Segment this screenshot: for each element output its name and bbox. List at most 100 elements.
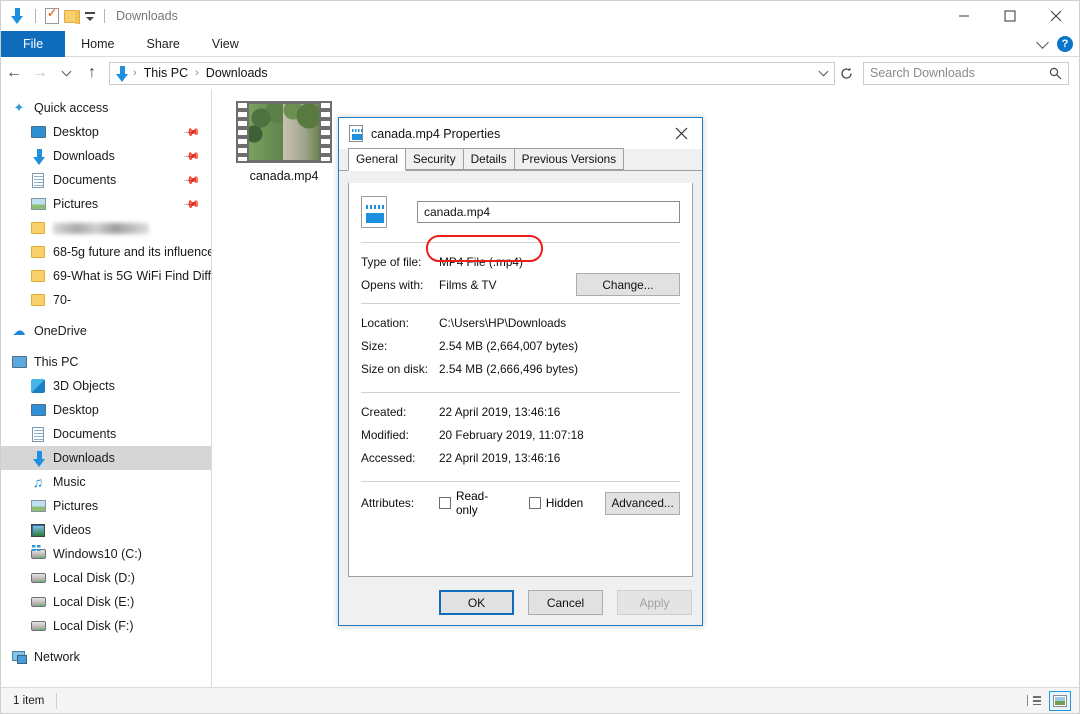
size-value: 2.54 MB (2,664,007 bytes) xyxy=(439,338,579,353)
sidebar-item-videos[interactable]: Videos xyxy=(1,518,211,542)
sidebar-item-label: Windows10 (C:) xyxy=(53,547,142,561)
mp4-file-icon-large xyxy=(361,196,387,228)
customize-chevron-icon[interactable] xyxy=(85,12,95,21)
sidebar-item-desktop[interactable]: Desktop 📌 xyxy=(1,120,211,144)
sidebar-item-folder-69[interactable]: 69-What is 5G WiFi Find Differ xyxy=(1,264,211,288)
sidebar-item-label: Local Disk (F:) xyxy=(53,619,134,633)
sidebar-item-local-disk-e[interactable]: Local Disk (E:) xyxy=(1,590,211,614)
sidebar-item-label: 68-5g future and its influence xyxy=(53,245,212,259)
search-input[interactable]: Search Downloads xyxy=(863,61,1069,85)
address-bar: ← → ↑ › This PC › Downloads Search Downl… xyxy=(1,58,1079,88)
up-button[interactable]: ↑ xyxy=(79,58,105,88)
sidebar-item-local-disk-d[interactable]: Local Disk (D:) xyxy=(1,566,211,590)
dialog-close-button[interactable] xyxy=(660,118,702,149)
large-icons-view-icon xyxy=(1053,694,1067,707)
change-button[interactable]: Change... xyxy=(576,273,680,296)
location-label: Location: xyxy=(361,315,409,330)
status-bar: 1 item xyxy=(1,687,1079,713)
tab-security[interactable]: Security xyxy=(404,148,464,170)
cancel-button[interactable]: Cancel xyxy=(528,590,603,615)
tab-home[interactable]: Home xyxy=(65,31,130,57)
view-toggle-group xyxy=(1023,690,1079,711)
sidebar-item-folder-redacted[interactable] xyxy=(1,216,211,240)
folder-icon xyxy=(30,268,46,284)
new-folder-icon[interactable] xyxy=(64,9,80,24)
file-name-label: canada.mp4 xyxy=(249,169,319,183)
readonly-checkbox[interactable] xyxy=(439,497,451,509)
refresh-button[interactable] xyxy=(835,62,857,85)
sidebar-item-downloads[interactable]: Downloads xyxy=(1,446,211,470)
cloud-icon: ☁ xyxy=(12,323,26,338)
downloads-arrow-icon xyxy=(30,450,46,467)
filename-input[interactable]: canada.mp4 xyxy=(417,201,680,223)
minimize-button[interactable] xyxy=(941,1,987,31)
recent-locations-button[interactable] xyxy=(53,58,79,88)
modified-label: Modified: xyxy=(361,427,409,442)
breadcrumb[interactable]: › This PC › Downloads xyxy=(109,61,835,85)
downloads-arrow-icon[interactable] xyxy=(9,7,26,25)
tab-general[interactable]: General xyxy=(348,148,406,171)
large-icons-view-button[interactable] xyxy=(1049,690,1071,711)
window-controls xyxy=(941,1,1079,31)
sidebar-item-3d-objects[interactable]: 3D Objects xyxy=(1,374,211,398)
sidebar-item-label: Downloads xyxy=(53,149,115,163)
expand-ribbon-chevron-icon[interactable] xyxy=(1036,35,1049,49)
maximize-button[interactable] xyxy=(987,1,1033,31)
hidden-checkbox[interactable] xyxy=(528,497,541,509)
sidebar-item-label: Desktop xyxy=(53,403,99,417)
document-icon xyxy=(30,426,46,442)
pin-icon[interactable]: 📌 xyxy=(183,147,202,166)
close-button[interactable] xyxy=(1033,1,1079,31)
tab-file[interactable]: File xyxy=(1,31,66,57)
sidebar-item-desktop-pc[interactable]: Desktop xyxy=(1,398,211,422)
sidebar-group-network[interactable]: Network xyxy=(1,645,211,669)
created-value: 22 April 2019, 13:46:16 xyxy=(439,404,561,419)
ok-button[interactable]: OK xyxy=(439,590,514,615)
advanced-button[interactable]: Advanced... xyxy=(605,491,680,515)
help-icon[interactable]: ? xyxy=(1057,36,1073,52)
monitor-icon xyxy=(30,124,46,140)
divider-4 xyxy=(361,481,680,482)
hidden-checkbox-group[interactable]: Hidden xyxy=(528,496,583,510)
properties-icon[interactable] xyxy=(45,6,59,24)
breadcrumb-downloads[interactable]: Downloads xyxy=(203,66,271,80)
toolbar-divider-2 xyxy=(104,9,105,23)
sidebar-group-onedrive[interactable]: ☁ OneDrive xyxy=(1,319,211,343)
pin-icon[interactable]: 📌 xyxy=(183,171,202,190)
apply-button: Apply xyxy=(617,590,692,615)
back-button[interactable]: ← xyxy=(1,58,27,88)
navigation-pane[interactable]: ✦ Quick access Desktop 📌 Downloads 📌 Doc… xyxy=(1,89,212,687)
address-dropdown-button[interactable] xyxy=(816,66,830,77)
sidebar-group-quick-access[interactable]: ✦ Quick access xyxy=(1,96,211,120)
filename-value: canada.mp4 xyxy=(424,205,491,219)
sidebar-item-local-disk-f[interactable]: Local Disk (F:) xyxy=(1,614,211,638)
tab-view[interactable]: View xyxy=(196,31,255,57)
this-pc-icon xyxy=(11,354,27,370)
sidebar-item-folder-70[interactable]: 70- xyxy=(1,288,211,312)
sidebar-item-windows10-c[interactable]: Windows10 (C:) xyxy=(1,542,211,566)
folder-icon xyxy=(30,220,46,236)
sidebar-item-pictures-qa[interactable]: Pictures 📌 xyxy=(1,192,211,216)
details-view-button[interactable] xyxy=(1023,691,1045,711)
sidebar-item-documents-pc[interactable]: Documents xyxy=(1,422,211,446)
sidebar-item-downloads-qa[interactable]: Downloads 📌 xyxy=(1,144,211,168)
chevron-down-icon xyxy=(61,66,71,76)
sidebar-item-folder-68[interactable]: 68-5g future and its influence xyxy=(1,240,211,264)
sidebar-item-music[interactable]: ♫ Music xyxy=(1,470,211,494)
up-arrow-icon: ↑ xyxy=(88,64,96,81)
sidebar-group-this-pc[interactable]: This PC xyxy=(1,350,211,374)
pin-icon[interactable]: 📌 xyxy=(183,195,202,214)
tab-share[interactable]: Share xyxy=(131,31,196,57)
tab-details[interactable]: Details xyxy=(462,148,515,170)
list-item[interactable]: canada.mp4 xyxy=(232,101,336,183)
sidebar-item-pictures[interactable]: Pictures xyxy=(1,494,211,518)
sidebar-item-documents-qa[interactable]: Documents 📌 xyxy=(1,168,211,192)
sidebar-item-label: Videos xyxy=(53,523,91,537)
readonly-checkbox-group[interactable]: Read-only xyxy=(439,489,507,517)
ribbon-tabs: File Home Share View ? xyxy=(1,31,1079,57)
attributes-row: Attributes: Read-only Hidden Advanced... xyxy=(349,489,692,517)
tab-previous-versions[interactable]: Previous Versions xyxy=(513,148,625,170)
pin-icon[interactable]: 📌 xyxy=(183,123,202,142)
breadcrumb-this-pc[interactable]: This PC xyxy=(141,66,191,80)
forward-button[interactable]: → xyxy=(27,58,53,88)
